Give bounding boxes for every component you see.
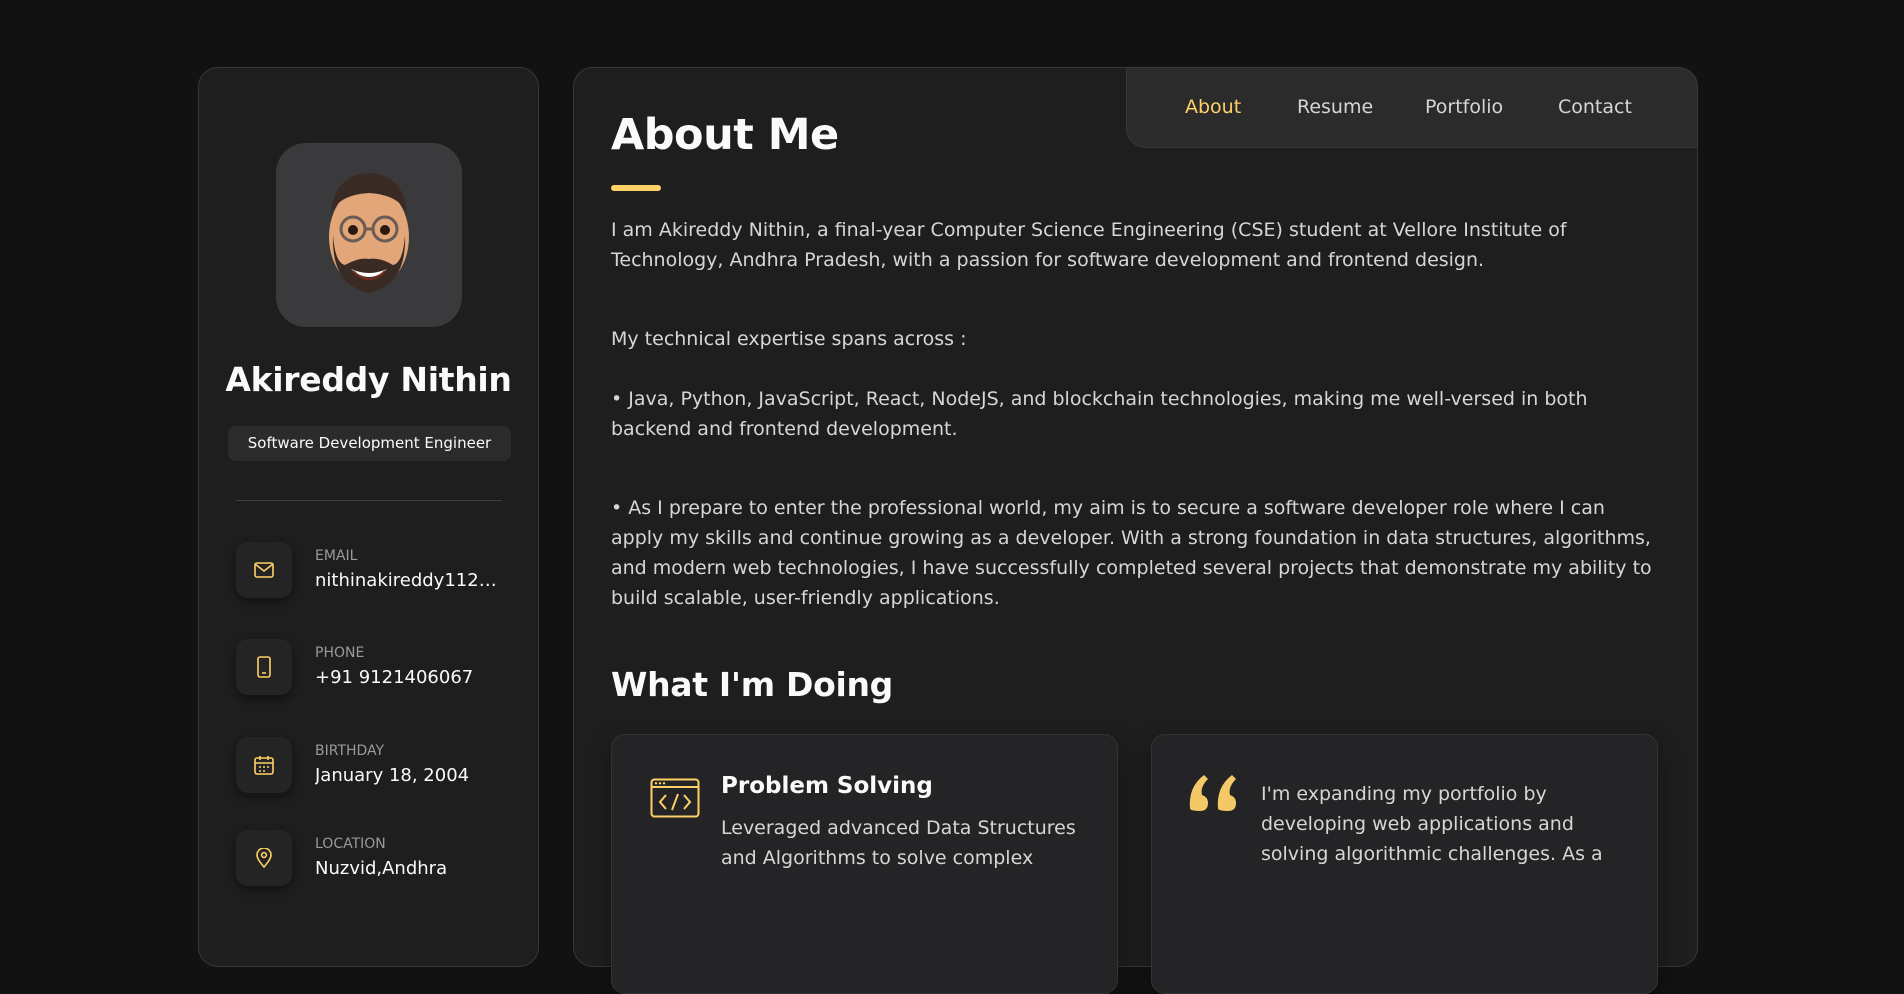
page-title: About Me (611, 110, 839, 160)
nav-resume[interactable]: Resume (1297, 96, 1373, 118)
contact-location-label: LOCATION (315, 836, 386, 852)
profile-title-badge: Software Development Engineer (228, 426, 511, 461)
contact-location-value: Nuzvid,Andhra (315, 858, 448, 879)
memoji-avatar-icon (329, 173, 409, 293)
nav-about[interactable]: About (1185, 96, 1241, 118)
nav-contact[interactable]: Contact (1558, 96, 1632, 118)
title-underline (611, 185, 661, 191)
location-icon (236, 830, 292, 886)
card-text: Leveraged advanced Data Structures and A… (721, 817, 1076, 869)
contact-phone-value[interactable]: +91 9121406067 (315, 667, 473, 688)
about-paragraph-intro: I am Akireddy Nithin, a final-year Compu… (611, 219, 1567, 271)
contact-birthday-label: BIRTHDAY (315, 743, 385, 759)
contact-birthday: BIRTHDAY January 18, 2004 (236, 737, 516, 797)
sidebar-separator (236, 500, 502, 501)
about-paragraph-skills: • Java, Python, JavaScript, React, NodeJ… (611, 388, 1588, 440)
contact-phone[interactable]: PHONE +91 9121406067 (236, 639, 516, 699)
nav-portfolio[interactable]: Portfolio (1425, 96, 1503, 118)
section-title-doing: What I'm Doing (611, 665, 893, 704)
contact-email[interactable]: EMAIL nithinakireddy112@g... (236, 542, 516, 602)
sidebar: Akireddy Nithin Software Development Eng… (198, 67, 539, 967)
profile-name: Akireddy Nithin (225, 360, 512, 399)
contact-email-label: EMAIL (315, 548, 358, 564)
calendar-icon (236, 737, 292, 793)
contact-email-value[interactable]: nithinakireddy112@g... (315, 570, 505, 591)
mail-icon (236, 542, 292, 598)
quote-card: I'm expanding my portfolio by developing… (1151, 734, 1658, 994)
quote-text: I'm expanding my portfolio by developing… (1261, 783, 1603, 865)
avatar (276, 143, 462, 327)
about-paragraph-expertise: My technical expertise spans across : (611, 328, 967, 350)
quote-icon (1186, 771, 1242, 817)
contact-phone-label: PHONE (315, 645, 365, 661)
main-content: About Resume Portfolio Contact About Me … (573, 67, 1698, 994)
phone-icon (236, 639, 292, 695)
contact-birthday-value: January 18, 2004 (315, 765, 470, 786)
navbar: About Resume Portfolio Contact (1126, 67, 1698, 148)
about-paragraph-goals: • As I prepare to enter the professional… (611, 497, 1652, 609)
code-window-icon (650, 778, 700, 822)
service-card-problem-solving: Problem Solving Leveraged advanced Data … (611, 734, 1118, 994)
contact-location: LOCATION Nuzvid,Andhra (236, 830, 516, 890)
card-title: Problem Solving (721, 773, 933, 799)
